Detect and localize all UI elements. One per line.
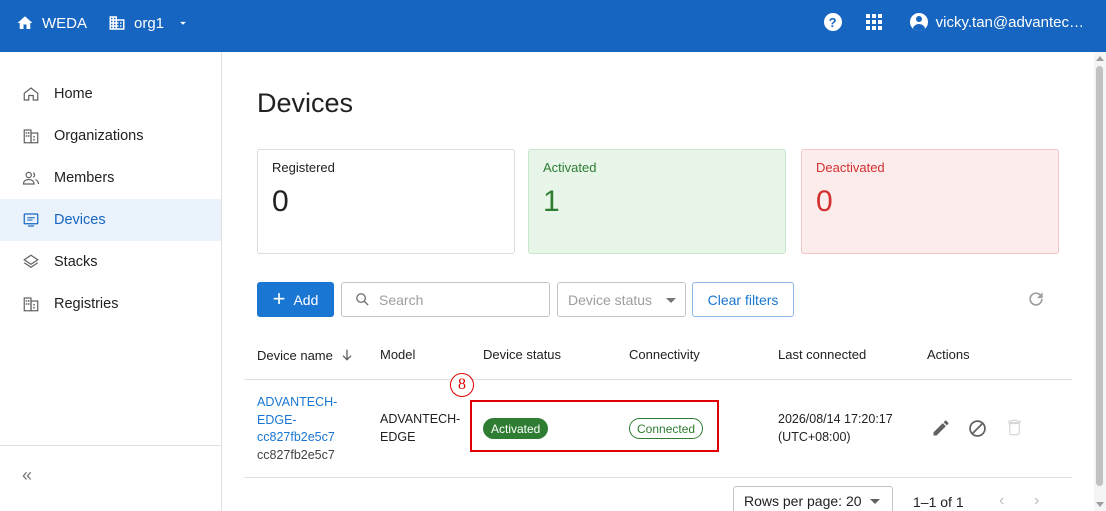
help-circle-icon[interactable]: ? [823, 13, 842, 31]
search-field[interactable] [341, 282, 550, 317]
plus-icon: + [272, 285, 286, 311]
sidebar-item-stacks[interactable]: Stacks [0, 241, 221, 283]
stat-label: Deactivated [816, 160, 885, 175]
chevron-down-icon [180, 21, 186, 25]
clear-filters-button[interactable]: Clear filters [692, 282, 794, 317]
scroll-down-icon[interactable] [1096, 502, 1104, 507]
stat-card-registered: Registered 0 [257, 149, 515, 254]
column-label: Connectivity [629, 347, 700, 362]
user-menu[interactable]: vicky.tan@advantec… [909, 13, 1084, 31]
people-icon [21, 168, 41, 188]
sidebar-item-label: Devices [54, 212, 106, 228]
last-connected-cell: 2026/08/14 17:20:17 (UTC+08:00) [778, 412, 893, 444]
device-status-select[interactable]: Device status [557, 282, 686, 317]
column-label: Last connected [778, 347, 867, 362]
column-header-device-name[interactable]: Device name [257, 347, 355, 363]
sidebar-item-label: Home [54, 86, 93, 102]
home-icon [17, 16, 33, 29]
account-circle-icon [909, 13, 928, 31]
layers-icon [21, 252, 41, 272]
building-icon [21, 294, 41, 314]
table-header-divider [244, 379, 1072, 380]
rows-per-page-label: Rows per page: 20 [744, 493, 862, 509]
delete-icon [1005, 418, 1024, 442]
org-name: org1 [134, 14, 165, 32]
search-input[interactable] [379, 291, 529, 308]
sidebar-item-registries[interactable]: Registries [0, 283, 221, 325]
model-cell: ADVANTECH- EDGE [380, 412, 461, 444]
add-button-label: Add [293, 291, 319, 308]
scrollbar[interactable] [1094, 52, 1106, 511]
sidebar-item-devices[interactable]: Devices [0, 199, 221, 241]
chevron-right-icon[interactable]: › [1034, 492, 1039, 510]
stat-label: Activated [543, 160, 597, 175]
column-label: Model [380, 347, 416, 362]
table-row-divider [244, 477, 1072, 478]
sidebar-divider [0, 445, 221, 446]
chevron-down-icon [869, 498, 880, 504]
edit-icon[interactable] [931, 418, 951, 443]
stat-value: 1 [543, 185, 560, 218]
search-icon [356, 293, 369, 306]
device-id: cc827fb2e5c7 [257, 447, 335, 462]
highlight-box [470, 400, 719, 452]
home-link[interactable]: WEDA [16, 14, 87, 32]
stat-label: Registered [272, 160, 335, 175]
column-header-model: Model [380, 347, 415, 362]
column-label: Device name [257, 347, 333, 363]
stat-value: 0 [272, 185, 289, 218]
page-info: 1–1 of 1 [913, 494, 964, 510]
sidebar-item-organizations[interactable]: Organizations [0, 115, 221, 157]
apps-grid-icon[interactable] [865, 14, 882, 30]
scrollbar-thumb[interactable] [1096, 66, 1103, 486]
column-header-last-connected: Last connected [778, 347, 866, 362]
column-label: Actions [927, 347, 970, 362]
refresh-icon[interactable] [1026, 289, 1046, 314]
column-header-device-status: Device status [483, 347, 561, 362]
app-name: WEDA [42, 14, 87, 32]
device-name-cell: ADVANTECH- EDGE- cc827fb2e5c7 cc827fb2e5… [257, 394, 337, 464]
sidebar-item-members[interactable]: Members [0, 157, 221, 199]
page-title: Devices [257, 88, 354, 118]
column-header-actions: Actions [927, 347, 970, 362]
scroll-up-icon[interactable] [1096, 56, 1104, 61]
stat-card-deactivated: Deactivated 0 [801, 149, 1059, 254]
sidebar-item-label: Stacks [54, 254, 98, 270]
sidebar-item-label: Registries [54, 296, 119, 312]
sidebar-item-home[interactable]: Home [0, 73, 221, 115]
sidebar-item-label: Members [54, 170, 115, 186]
rows-per-page-select[interactable]: Rows per page: 20 [733, 486, 893, 511]
stat-card-activated: Activated 1 [528, 149, 786, 254]
top-app-bar: WEDA org1 ? vicky.tan@advantec… [0, 0, 1106, 52]
sidebar-item-label: Organizations [54, 128, 144, 144]
home-icon [21, 84, 41, 104]
building-icon [109, 16, 125, 30]
deactivate-icon[interactable] [967, 418, 988, 444]
column-label: Device status [483, 347, 562, 362]
device-status-placeholder: Device status [568, 291, 653, 308]
user-email: vicky.tan@advantec… [935, 13, 1084, 31]
chevron-down-icon [666, 298, 676, 303]
sidebar: Home Organizations Members Devices Stack… [0, 52, 222, 511]
device-icon [21, 210, 41, 230]
arrow-down-icon [342, 349, 352, 361]
step-number-badge: 8 [450, 373, 474, 397]
column-header-connectivity: Connectivity [629, 347, 700, 362]
chevron-left-icon[interactable]: ‹ [999, 492, 1004, 510]
device-name-link[interactable]: ADVANTECH- EDGE- cc827fb2e5c7 [257, 394, 337, 447]
stat-value: 0 [816, 185, 833, 218]
add-device-button[interactable]: + Add [257, 282, 334, 317]
collapse-chevrons-icon[interactable]: « [22, 465, 32, 486]
building-icon [21, 126, 41, 146]
org-selector[interactable]: org1 [108, 14, 190, 32]
